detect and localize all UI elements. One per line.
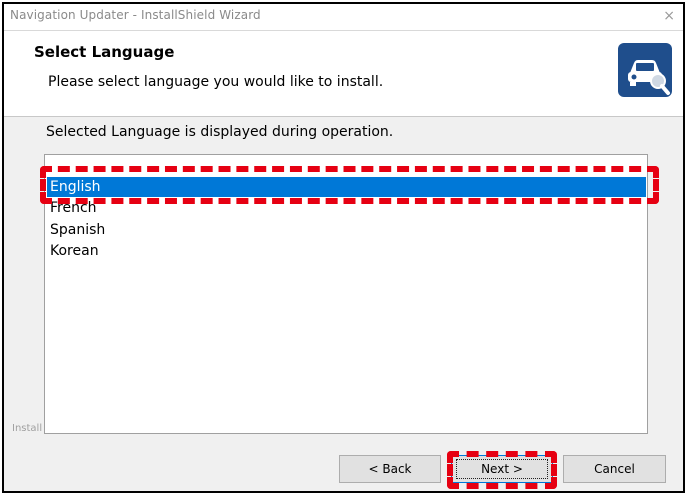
language-option-english[interactable]: English	[47, 177, 646, 197]
close-icon[interactable]: ×	[663, 8, 675, 24]
content-description: Selected Language is displayed during op…	[46, 124, 394, 140]
language-option-spanish[interactable]: Spanish	[47, 220, 105, 240]
navigation-car-icon	[618, 43, 672, 97]
language-option-korean[interactable]: Korean	[47, 241, 99, 261]
cancel-button[interactable]: Cancel	[563, 455, 666, 483]
focus-ring	[456, 459, 548, 479]
language-listbox[interactable]: English French Spanish Korean	[44, 154, 648, 434]
title-bar: Navigation Updater - InstallShield Wizar…	[4, 4, 683, 31]
window-title: Navigation Updater - InstallShield Wizar…	[10, 8, 261, 22]
wizard-header: Select Language Please select language y…	[4, 31, 683, 117]
installshield-label: Install	[12, 423, 43, 434]
language-option-french[interactable]: French	[47, 198, 97, 218]
back-button[interactable]: < Back	[339, 455, 441, 483]
page-subtitle: Please select language you would like to…	[48, 74, 384, 90]
next-button[interactable]: Next >	[451, 455, 553, 483]
page-title: Select Language	[34, 43, 175, 61]
